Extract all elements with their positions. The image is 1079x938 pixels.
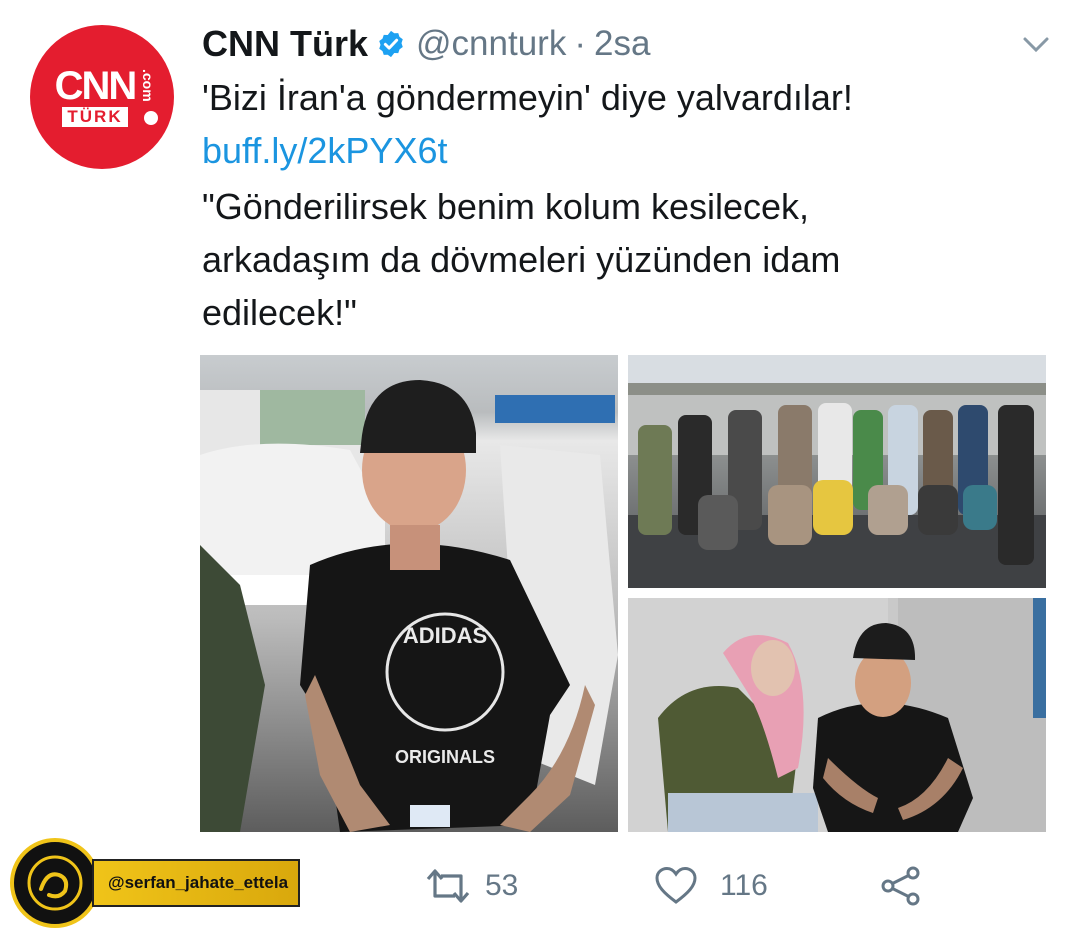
like-action[interactable]: 116	[654, 860, 768, 912]
handle[interactable]: @cnnturk	[416, 24, 566, 64]
tweet-quote-line-2: arkadaşım da dövmeleri yüzünden idam	[202, 239, 841, 280]
tweet-quote-line-3: edilecek!"	[202, 292, 357, 333]
retweet-action[interactable]: 53	[425, 860, 518, 912]
watermark-emblem-icon	[27, 855, 83, 911]
heart-icon	[655, 866, 697, 904]
photo-2-illustration	[628, 355, 1046, 588]
display-name[interactable]: CNN Türk	[202, 23, 368, 65]
retweet-icon	[426, 869, 470, 903]
watermark-handle: @serfan_jahate_ettela	[108, 873, 289, 892]
tweet-photo-2[interactable]	[628, 355, 1046, 588]
watermark-bar: @serfan_jahate_ettela	[92, 859, 301, 907]
photo-1-illustration: ADIDAS ORIGINALS	[200, 380, 618, 832]
retweet-count: 53	[485, 869, 519, 902]
timestamp[interactable]: 2sa	[594, 24, 650, 64]
share-action[interactable]	[880, 860, 922, 912]
avatar-dot	[144, 111, 158, 125]
avatar-turk-text: TÜRK	[62, 107, 128, 127]
tweet-header: CNN Türk @cnnturk · 2sa	[202, 22, 650, 66]
photo-3-illustration	[628, 598, 1046, 832]
meta-separator: ·	[574, 24, 586, 63]
avatar[interactable]: CNN TÜRK .com	[30, 25, 174, 169]
like-count: 116	[720, 869, 768, 902]
tweet-link[interactable]: buff.ly/2kPYX6t	[202, 124, 447, 177]
watermark: @serfan_jahate_ettela	[10, 838, 301, 928]
share-icon	[881, 866, 920, 906]
photo-1-shirt-subtext: ORIGINALS	[395, 747, 495, 767]
avatar-cnn-text: CNN	[54, 64, 138, 108]
watermark-logo	[10, 838, 100, 928]
tweet-headline: 'Bizi İran'a göndermeyin' diye yalvardıl…	[202, 77, 853, 118]
avatar-com-text: .com	[140, 69, 156, 102]
tweet-photo-1[interactable]: ADIDAS ORIGINALS	[200, 355, 618, 832]
photo-1-shirt-text: ADIDAS	[403, 623, 487, 648]
tweet-quote-line-1: "Gönderilirsek benim kolum kesilecek,	[202, 186, 810, 227]
chevron-down-icon[interactable]	[1021, 34, 1051, 56]
tweet-photo-3[interactable]	[628, 598, 1046, 832]
verified-badge-icon	[379, 30, 403, 58]
